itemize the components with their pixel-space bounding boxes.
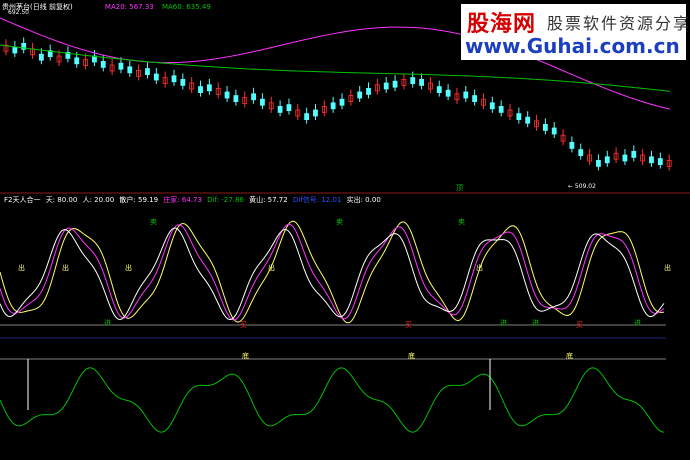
watermark-tagline: 股票软件资源分享 (547, 14, 690, 33)
candle-body (100, 61, 106, 68)
candle-body (542, 124, 548, 131)
candle-body (498, 106, 504, 113)
candle-body (251, 93, 256, 101)
candle-body (304, 113, 310, 120)
candle-body (74, 57, 80, 65)
candle-body (260, 98, 265, 106)
candle-body (604, 156, 610, 164)
dealer-line (0, 223, 665, 321)
candle-body (206, 84, 212, 92)
lower-green-line (0, 367, 665, 433)
candle-body (622, 154, 628, 162)
candle-body (224, 91, 230, 99)
signal-marker-19: 底 (566, 351, 573, 360)
chart-stage: 692.50 ← 509.02 出出出出出出进进进进买买买卖卖卖顶底底底 贵州茅台(… (0, 0, 690, 460)
candle-body (180, 79, 186, 86)
signal-marker-0: 出 (18, 263, 25, 272)
candle-body (330, 102, 336, 110)
indicator-param-0: 天: 80.00 (45, 196, 78, 204)
candle-body (145, 68, 150, 75)
candle-body (551, 127, 557, 135)
candle-body (596, 159, 601, 167)
indicator-param-6: Dif信号: 12.01 (290, 196, 342, 204)
indicator-title: F2天人合一 (4, 196, 41, 204)
signal-marker-13: 卖 (150, 218, 157, 226)
candle-body (366, 88, 371, 95)
candle-body (516, 113, 522, 120)
candle-body (525, 116, 531, 124)
retail-line (0, 220, 665, 324)
indicator-param-4: Dif: -27.86 (204, 196, 244, 204)
candle-body (277, 106, 283, 113)
candle-body (569, 141, 575, 149)
stock-title: 贵州茅台(日线 前复权) (2, 3, 73, 11)
signal-marker-8: 进 (532, 319, 539, 327)
indicator-param-7: 实出: 0.00 (344, 196, 381, 204)
indicator-param-5: 黄山: 57.72 (246, 196, 288, 204)
trend-line (0, 227, 665, 321)
candle-body (233, 95, 239, 102)
candle-body (118, 62, 124, 70)
candle-body (127, 66, 133, 74)
candle-body (631, 150, 637, 158)
signal-marker-5: 出 (664, 263, 671, 272)
watermark-banner: 股海网 股票软件资源分享 www.Guhai.com.cn (461, 4, 689, 60)
candle-body (463, 91, 469, 99)
indicator-legend: F2天人合一 天: 80.00 人: 20.00 散户: 59.19 庄家: 6… (4, 195, 381, 205)
candle-body (357, 91, 363, 99)
indicator-param-3: 庄家: 64.73 (161, 196, 202, 204)
signal-marker-1: 出 (62, 263, 69, 272)
signal-marker-17: 底 (242, 351, 249, 360)
signal-marker-10: 买 (240, 321, 247, 329)
candle-body (198, 86, 203, 93)
candle-body (578, 149, 584, 157)
candle-body (489, 102, 495, 110)
signal-marker-3: 出 (268, 263, 275, 272)
candle-body (410, 77, 416, 84)
candle-body (339, 98, 345, 106)
candle-body (657, 158, 663, 166)
signal-marker-18: 底 (408, 351, 415, 360)
candle-body (313, 109, 318, 117)
candle-body (153, 73, 159, 81)
signal-marker-4: 出 (476, 263, 483, 272)
price-legend: 贵州茅台(日线 前复权) MA20: 567.33 MA60: 635.49 (2, 2, 211, 12)
candle-body (419, 79, 424, 86)
signal-marker-15: 卖 (458, 218, 465, 226)
candle-body (38, 53, 44, 61)
ma60-label: MA60: 635.49 (161, 3, 211, 11)
signal-marker-2: 出 (125, 263, 132, 272)
signal-marker-6: 进 (104, 319, 111, 327)
watermark-url: www.Guhai.com.cn (465, 34, 680, 58)
candle-body (445, 89, 451, 97)
candle-body (649, 156, 654, 164)
candle-body (436, 86, 442, 93)
signal-marker-12: 买 (576, 321, 583, 329)
candle-body (392, 80, 398, 88)
candle-body (12, 46, 18, 54)
candle-body (286, 104, 292, 111)
signal-marker-7: 进 (500, 319, 507, 327)
ma20-label: MA20: 567.33 (104, 3, 154, 11)
signal-marker-14: 卖 (336, 218, 343, 226)
indicator-param-1: 人: 20.00 (80, 196, 115, 204)
candle-body (171, 75, 177, 83)
low-price-label: ← 509.02 (568, 183, 596, 190)
signal-marker-16: 顶 (456, 184, 463, 192)
signal-marker-9: 进 (634, 319, 641, 327)
signal-marker-11: 买 (405, 321, 412, 329)
indicator-param-2: 散户: 59.19 (117, 196, 159, 204)
stock-chart-svg: 692.50← 509.02出出出出出出进进进进买买买卖卖卖顶底底底 (0, 9, 690, 433)
candle-body (383, 82, 389, 90)
candle-body (472, 95, 478, 102)
